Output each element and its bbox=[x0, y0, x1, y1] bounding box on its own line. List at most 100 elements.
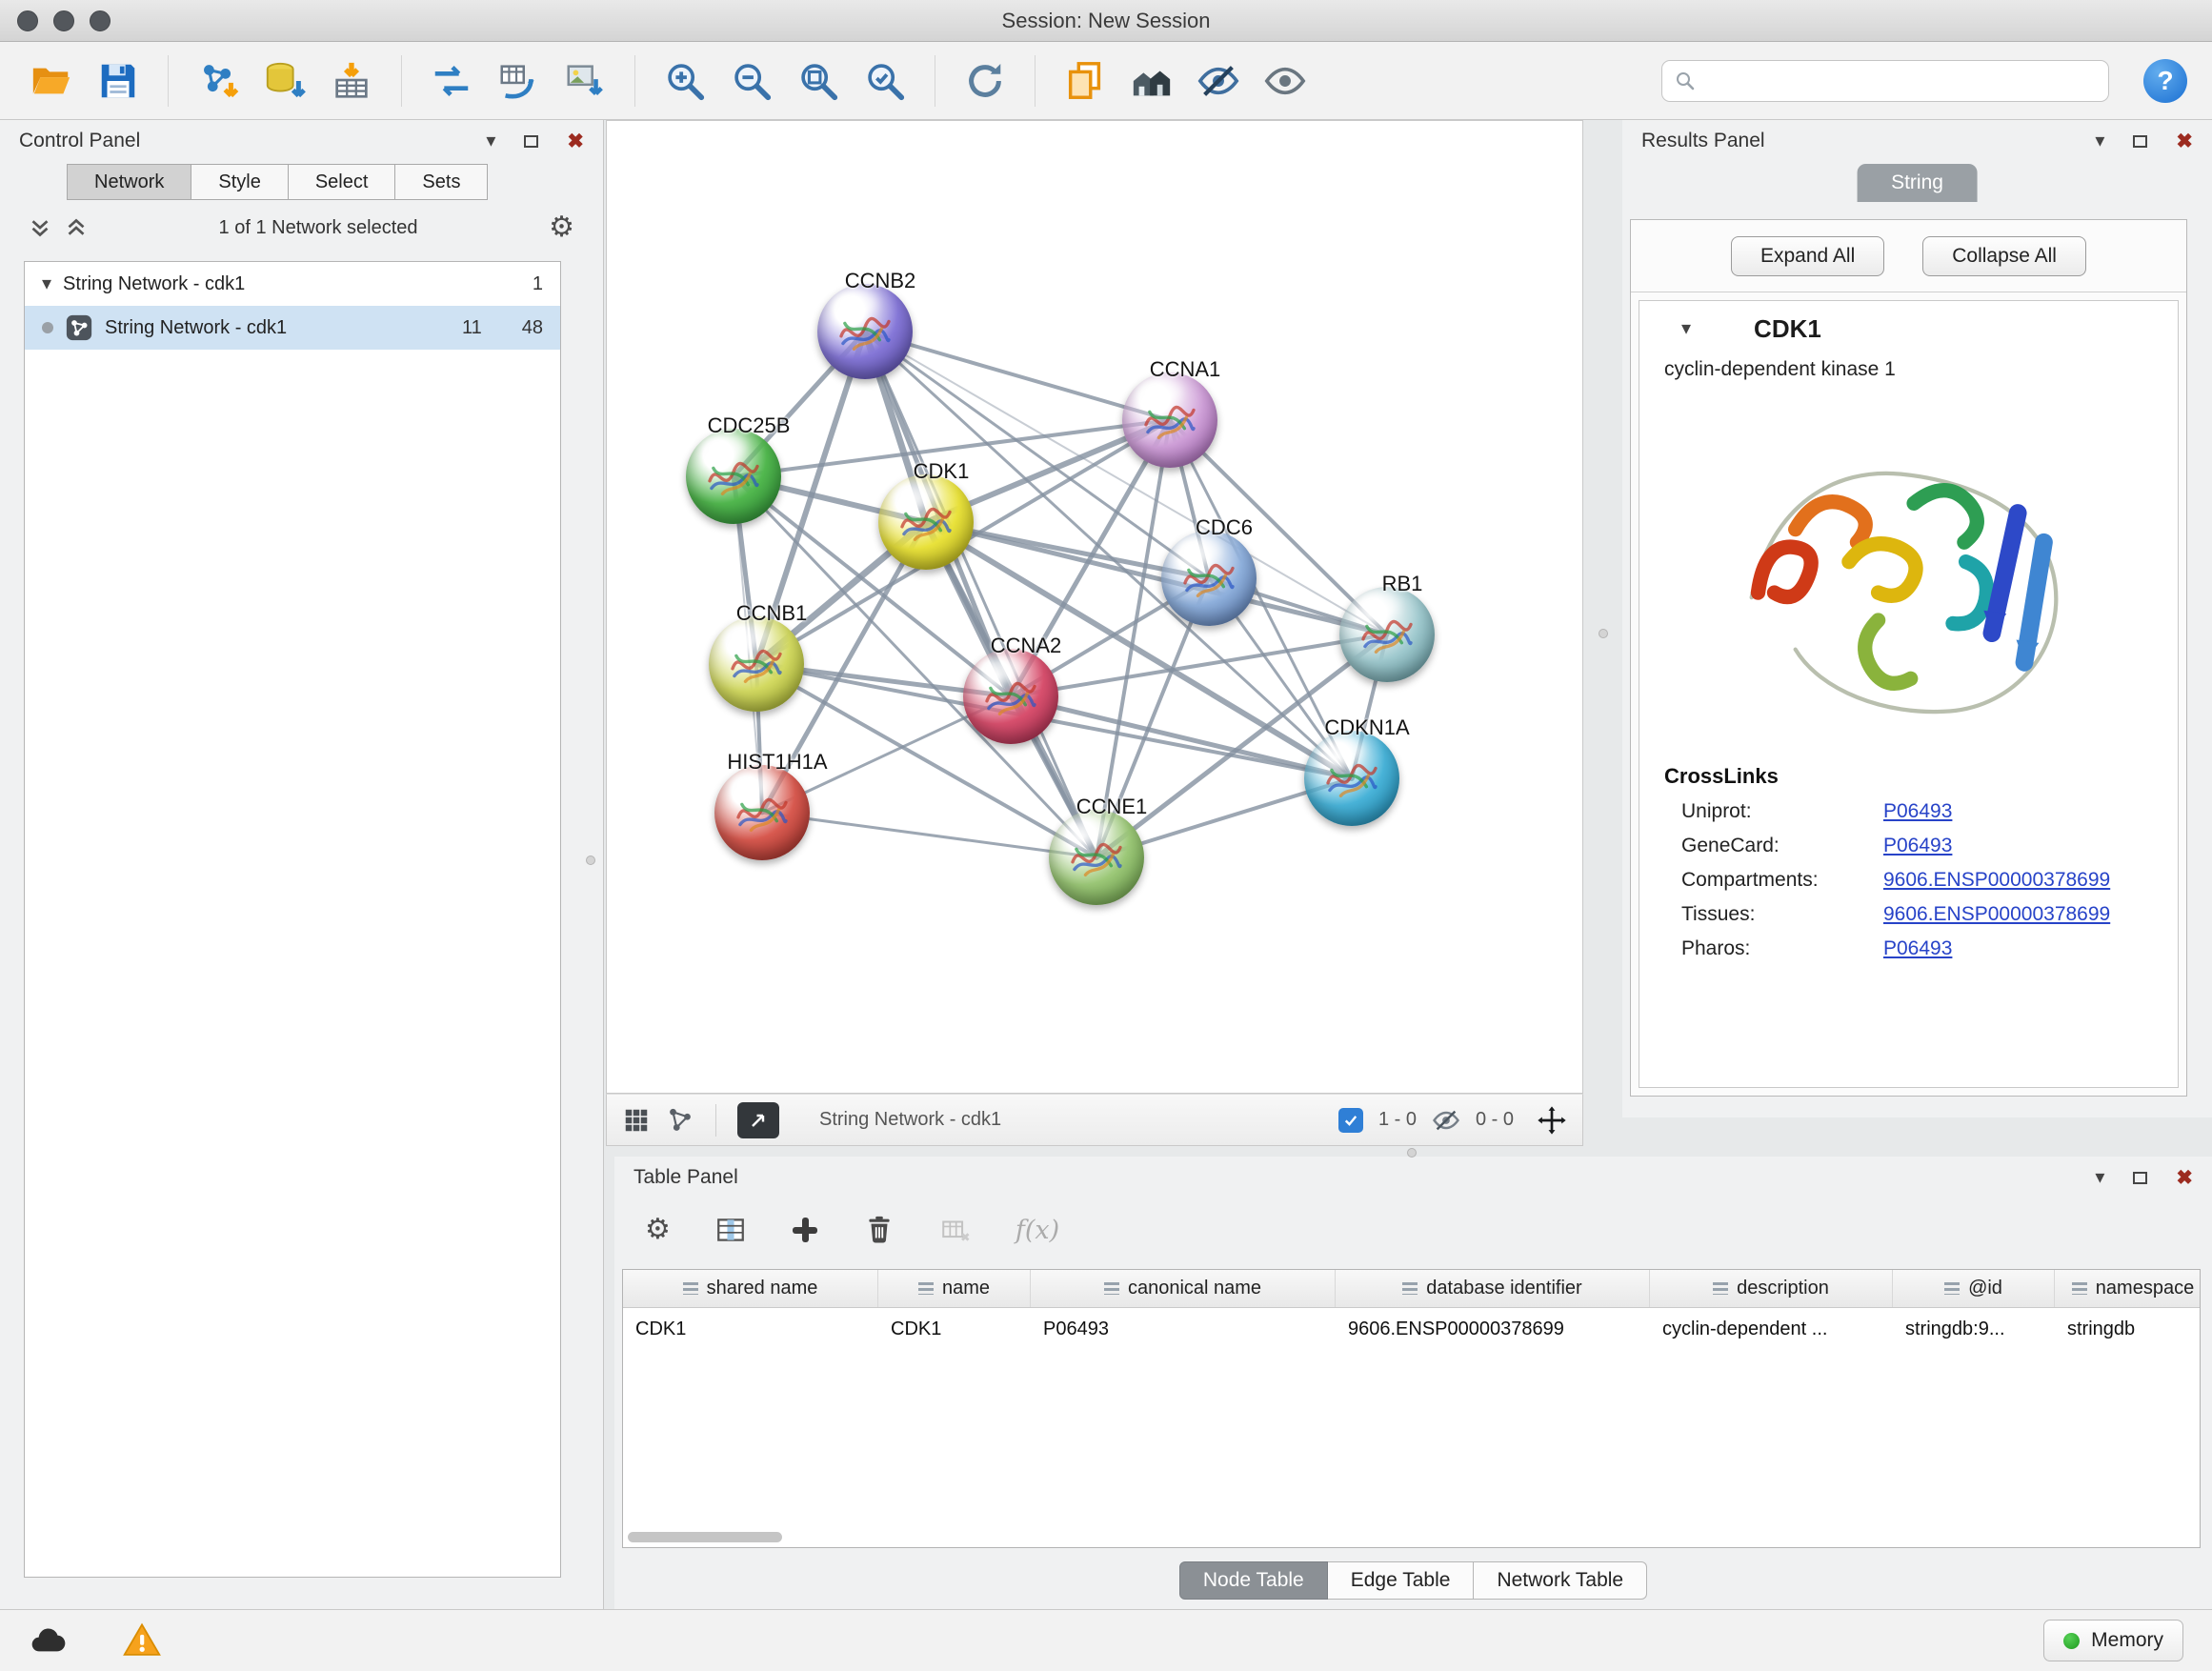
crosslink-link[interactable]: 9606.ENSP00000378699 bbox=[1883, 903, 2110, 926]
section-collapse-icon[interactable]: ▾ bbox=[1681, 319, 1691, 338]
node-structure-thumbnail bbox=[1140, 397, 1199, 445]
control-tab-select[interactable]: Select bbox=[289, 164, 396, 200]
column-header-name[interactable]: name bbox=[878, 1270, 1031, 1307]
table-options-button[interactable]: ⚙ bbox=[645, 1216, 671, 1244]
network-item-row[interactable]: String Network - cdk1 11 48 bbox=[25, 306, 560, 350]
delete-column-button[interactable] bbox=[863, 1214, 895, 1246]
show-all-button[interactable] bbox=[1258, 54, 1312, 108]
table-cell[interactable]: CDK1 bbox=[623, 1308, 878, 1350]
import-network-icon bbox=[196, 59, 240, 103]
crosslink-link[interactable]: P06493 bbox=[1883, 835, 1952, 857]
panel-close-icon[interactable]: ✖ bbox=[2176, 1168, 2193, 1188]
hidden-eye-slash-icon[interactable] bbox=[1432, 1106, 1460, 1135]
annotation-mode-button[interactable] bbox=[737, 1102, 779, 1138]
pan-crosshair-icon[interactable] bbox=[1537, 1105, 1567, 1136]
panel-close-icon[interactable]: ✖ bbox=[2176, 131, 2193, 151]
expand-all-button[interactable]: Expand All bbox=[1731, 236, 1884, 276]
table-cell[interactable]: P06493 bbox=[1031, 1308, 1336, 1350]
import-network-file-button[interactable] bbox=[191, 54, 245, 108]
panel-float-icon[interactable] bbox=[2133, 1172, 2147, 1184]
zoom-fit-button[interactable] bbox=[792, 54, 845, 108]
column-header-shared-name[interactable]: shared name bbox=[623, 1270, 878, 1307]
network-options-gear[interactable]: ⚙ bbox=[549, 213, 574, 242]
bottom-splitter-handle[interactable] bbox=[1407, 1148, 1417, 1158]
network-collection-row[interactable]: ▾ String Network - cdk1 1 bbox=[25, 262, 560, 306]
results-tab-string[interactable]: String bbox=[1857, 164, 1978, 202]
home-button[interactable] bbox=[1125, 54, 1178, 108]
warnings-button[interactable] bbox=[122, 1621, 162, 1661]
table-cell[interactable]: CDK1 bbox=[878, 1308, 1031, 1350]
column-header-namespace[interactable]: namespace bbox=[2055, 1270, 2201, 1307]
network-node-cdc6[interactable] bbox=[1161, 531, 1257, 626]
save-session-button[interactable] bbox=[91, 54, 145, 108]
control-tab-network[interactable]: Network bbox=[67, 164, 191, 200]
collapse-all-icon[interactable] bbox=[29, 216, 51, 239]
refresh-button[interactable] bbox=[958, 54, 1012, 108]
panel-float-icon[interactable] bbox=[524, 135, 538, 148]
crosslink-link[interactable]: P06493 bbox=[1883, 937, 1952, 960]
network-canvas[interactable]: CCNB2 CCNA1 CDC25B CDK1 CDC6 RB1 CCNB1 C… bbox=[606, 120, 1583, 1094]
table-tab-network-table[interactable]: Network Table bbox=[1474, 1561, 1647, 1600]
network-collection-count: 1 bbox=[533, 273, 543, 295]
crosslink-link[interactable]: P06493 bbox=[1883, 800, 1952, 823]
right-splitter-handle[interactable] bbox=[1599, 629, 1608, 638]
network-from-table-button[interactable] bbox=[492, 54, 545, 108]
help-button[interactable]: ? bbox=[2143, 59, 2187, 103]
cloud-button[interactable] bbox=[29, 1621, 69, 1661]
left-splitter-handle[interactable] bbox=[586, 856, 595, 865]
panel-float-icon[interactable] bbox=[2133, 135, 2147, 148]
open-session-button[interactable] bbox=[25, 54, 78, 108]
network-node-ccne1[interactable] bbox=[1049, 810, 1144, 905]
table-tab-node-table[interactable]: Node Table bbox=[1179, 1561, 1328, 1600]
control-tab-sets[interactable]: Sets bbox=[395, 164, 488, 200]
network-node-ccnb2[interactable] bbox=[817, 284, 913, 379]
network-node-cdk1[interactable] bbox=[878, 474, 974, 570]
memory-button[interactable]: Memory bbox=[2043, 1620, 2183, 1661]
network-node-ccna1[interactable] bbox=[1122, 372, 1217, 468]
control-tab-style[interactable]: Style bbox=[191, 164, 288, 200]
network-node-rb1[interactable] bbox=[1339, 587, 1435, 682]
column-header-database-identifier[interactable]: database identifier bbox=[1336, 1270, 1650, 1307]
column-header-description[interactable]: description bbox=[1650, 1270, 1893, 1307]
column-header--id[interactable]: @id bbox=[1893, 1270, 2055, 1307]
search-input[interactable] bbox=[1706, 70, 2097, 91]
table-tab-edge-table[interactable]: Edge Table bbox=[1328, 1561, 1475, 1600]
show-columns-button[interactable] bbox=[714, 1214, 747, 1246]
file-copy-button[interactable] bbox=[1058, 54, 1112, 108]
panel-collapse-icon[interactable]: ▾ bbox=[2095, 1168, 2104, 1187]
network-node-cdkn1a[interactable] bbox=[1304, 731, 1399, 826]
selected-nodes-checkbox[interactable] bbox=[1338, 1108, 1363, 1133]
column-header-canonical-name[interactable]: canonical name bbox=[1031, 1270, 1336, 1307]
table-row[interactable]: CDK1CDK1P064939606.ENSP00000378699cyclin… bbox=[623, 1308, 2200, 1350]
panel-close-icon[interactable]: ✖ bbox=[567, 131, 584, 151]
zoom-out-button[interactable] bbox=[725, 54, 778, 108]
panel-collapse-icon[interactable]: ▾ bbox=[486, 131, 495, 151]
table-cell[interactable]: stringdb:9... bbox=[1893, 1308, 2055, 1350]
birdseye-grid-icon[interactable] bbox=[622, 1106, 651, 1135]
create-column-button[interactable] bbox=[791, 1216, 819, 1244]
function-builder-button[interactable]: f(x) bbox=[1016, 1216, 1059, 1245]
table-body: CDK1CDK1P064939606.ENSP00000378699cyclin… bbox=[623, 1308, 2200, 1350]
zoom-in-button[interactable] bbox=[658, 54, 712, 108]
export-image-button[interactable] bbox=[558, 54, 612, 108]
collapse-all-button[interactable]: Collapse All bbox=[1922, 236, 2086, 276]
network-glyph-icon[interactable] bbox=[666, 1106, 694, 1135]
table-cell[interactable]: cyclin-dependent ... bbox=[1650, 1308, 1893, 1350]
table-cell[interactable]: stringdb bbox=[2055, 1308, 2201, 1350]
table-cell[interactable]: 9606.ENSP00000378699 bbox=[1336, 1308, 1650, 1350]
expand-all-icon[interactable] bbox=[65, 216, 88, 239]
network-node-ccna2[interactable] bbox=[963, 649, 1058, 744]
new-network-button[interactable] bbox=[425, 54, 478, 108]
network-node-cdc25b[interactable] bbox=[686, 429, 781, 524]
protein-section-header[interactable]: ▾ CDK1 bbox=[1639, 301, 2178, 356]
crosslink-link[interactable]: 9606.ENSP00000378699 bbox=[1883, 869, 2110, 892]
hide-selected-button[interactable] bbox=[1192, 54, 1245, 108]
network-node-hist1h1a[interactable] bbox=[714, 765, 810, 860]
panel-collapse-icon[interactable]: ▾ bbox=[2095, 131, 2104, 151]
zoom-selected-button[interactable] bbox=[858, 54, 912, 108]
import-network-database-button[interactable] bbox=[258, 54, 312, 108]
horizontal-scrollbar[interactable] bbox=[628, 1532, 782, 1542]
network-node-ccnb1[interactable] bbox=[709, 616, 804, 712]
import-table-button[interactable] bbox=[325, 54, 378, 108]
tree-expand-icon[interactable]: ▾ bbox=[42, 274, 51, 293]
